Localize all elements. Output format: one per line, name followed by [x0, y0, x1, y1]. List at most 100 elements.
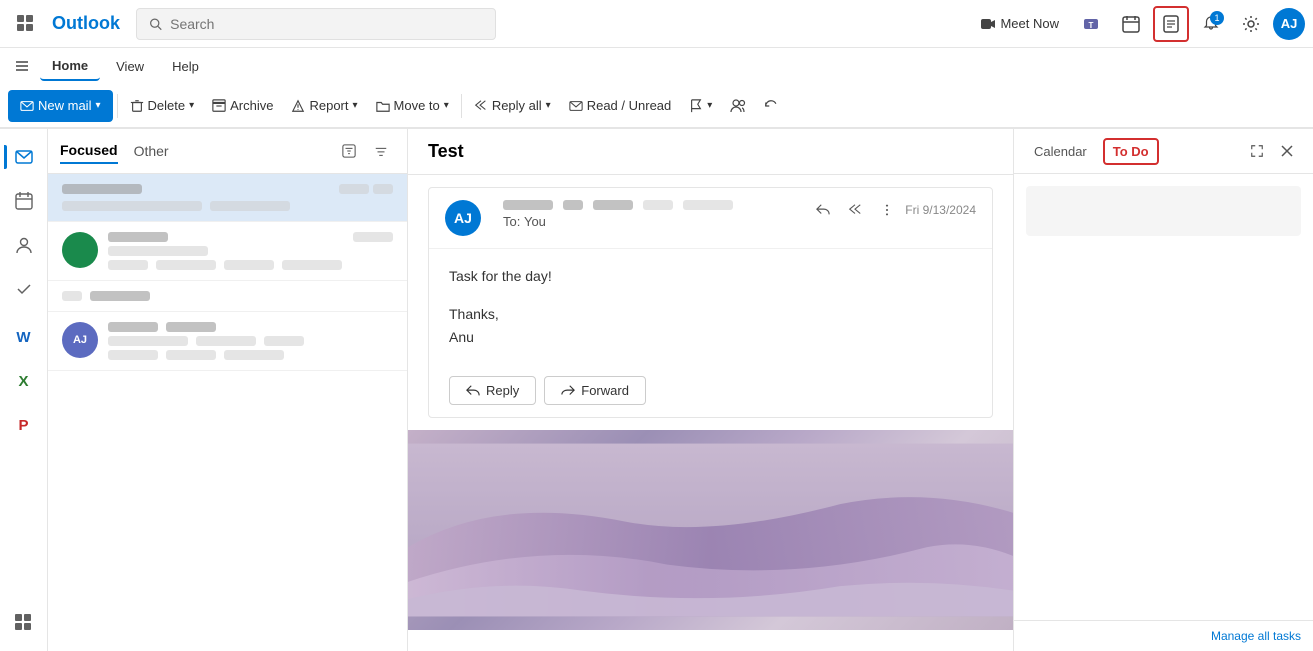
todo-panel-tab[interactable]: To Do — [1103, 138, 1159, 165]
hamburger-menu[interactable] — [8, 52, 36, 80]
forward-button[interactable]: Forward — [544, 376, 646, 405]
nav-toolbar-area: Home View Help New mail ▾ Delete ▾ — [0, 48, 1313, 129]
move-to-caret[interactable]: ▾ — [444, 100, 449, 111]
reply-icon — [816, 203, 830, 217]
manage-all-tasks-link[interactable]: Manage all tasks — [1014, 620, 1313, 651]
email-list: Focused Other — [48, 129, 408, 651]
move-to-button[interactable]: Move to ▾ — [368, 90, 457, 122]
message-header-actions: Fri 9/13/2024 — [809, 196, 976, 224]
people-button[interactable] — [722, 90, 754, 122]
calendar-panel-tab[interactable]: Calendar — [1026, 140, 1095, 163]
flag-button[interactable]: ▾ — [681, 90, 720, 122]
sidebar-icon-powerpoint[interactable]: P — [4, 405, 44, 445]
reply-button[interactable]: Reply — [449, 376, 536, 405]
calendar-icon-button[interactable] — [1113, 6, 1149, 42]
mail-nav-icon — [14, 147, 34, 167]
search-box[interactable] — [136, 8, 496, 40]
people-icon — [730, 98, 746, 114]
filter-icon — [342, 144, 356, 158]
forward-icon — [561, 384, 575, 398]
sidebar-icon-excel[interactable]: X — [4, 361, 44, 401]
more-options-button[interactable] — [873, 196, 901, 224]
notification-button[interactable]: 1 — [1193, 6, 1229, 42]
expand-panel-button[interactable] — [1243, 137, 1271, 165]
reply-all-quick-button[interactable] — [841, 196, 869, 224]
teams-icon-button[interactable]: T — [1073, 6, 1109, 42]
flag-icon — [689, 99, 703, 113]
list-item[interactable] — [48, 222, 407, 281]
app-grid-button[interactable] — [8, 6, 44, 42]
expand-icon — [1250, 144, 1264, 158]
email-message-actions: Reply Forward — [429, 364, 992, 417]
envelope-icon — [569, 99, 583, 113]
report-button[interactable]: Report ▾ — [283, 90, 365, 122]
toolbar: New mail ▾ Delete ▾ Archive — [0, 84, 1313, 128]
svg-text:T: T — [1089, 21, 1094, 30]
checklist-icon — [1162, 15, 1180, 33]
desert-svg — [408, 430, 1013, 630]
notification-count: 1 — [1210, 11, 1224, 25]
app-name: Outlook — [52, 13, 120, 34]
sidebar-icon-word[interactable]: W — [4, 317, 44, 357]
sidebar-icon-apps[interactable] — [4, 603, 44, 643]
settings-button[interactable] — [1233, 6, 1269, 42]
avatar[interactable]: AJ — [1273, 8, 1305, 40]
list-item[interactable] — [48, 281, 407, 312]
calendar-icon — [1122, 15, 1140, 33]
report-caret[interactable]: ▾ — [353, 100, 358, 111]
flag-caret[interactable]: ▾ — [707, 100, 712, 111]
to-name: You — [524, 214, 546, 229]
report-label: Report — [309, 98, 348, 113]
sign-line2: Anu — [449, 326, 972, 348]
reply-all-caret[interactable]: ▾ — [546, 100, 551, 111]
tab-help[interactable]: Help — [160, 53, 211, 80]
toolbar-sep-1 — [117, 94, 118, 118]
gear-icon — [1242, 15, 1260, 33]
to-label: To: — [503, 214, 520, 229]
top-bar: Outlook Meet Now T — [0, 0, 1313, 48]
body-line1: Task for the day! — [449, 265, 972, 287]
sign-line1: Thanks, — [449, 303, 972, 325]
word-icon: W — [16, 329, 30, 346]
list-item[interactable]: AJ — [48, 312, 407, 371]
todo-panel-button[interactable] — [1153, 6, 1189, 42]
reply-all-button[interactable]: Reply all ▾ — [466, 90, 559, 122]
meet-now-button[interactable]: Meet Now — [970, 12, 1069, 36]
sidebar-icon-mail[interactable] — [4, 137, 44, 177]
archive-button[interactable]: Archive — [204, 90, 281, 122]
sidebar-icon-tasks[interactable] — [4, 269, 44, 309]
email-item-content — [108, 232, 393, 270]
delete-caret[interactable]: ▾ — [189, 100, 194, 111]
teams-icon: T — [1082, 15, 1100, 33]
more-icon — [880, 203, 894, 217]
nav-tabs: Home View Help — [0, 48, 1313, 84]
tab-view[interactable]: View — [104, 53, 156, 80]
reply-label: Reply — [486, 383, 519, 398]
reply-quick-button[interactable] — [809, 196, 837, 224]
delete-icon — [130, 99, 144, 113]
reply-all-quick-icon — [848, 203, 862, 217]
tab-other[interactable]: Other — [126, 139, 177, 163]
filter-icon-button[interactable] — [335, 137, 363, 165]
right-panel-header: Calendar To Do — [1014, 129, 1313, 174]
search-input[interactable] — [170, 16, 483, 32]
tab-home[interactable]: Home — [40, 52, 100, 81]
forward-label: Forward — [581, 383, 629, 398]
message-avatar-initials: AJ — [454, 210, 472, 226]
new-mail-button[interactable]: New mail ▾ — [8, 90, 113, 122]
powerpoint-icon: P — [18, 417, 28, 434]
top-bar-right: Meet Now T — [970, 6, 1305, 42]
sidebar-icon-people[interactable] — [4, 225, 44, 265]
close-panel-button[interactable] — [1273, 137, 1301, 165]
new-mail-caret[interactable]: ▾ — [95, 100, 100, 111]
apps-icon — [15, 614, 33, 632]
read-unread-button[interactable]: Read / Unread — [561, 90, 680, 122]
list-item[interactable] — [48, 174, 407, 222]
delete-button[interactable]: Delete ▾ — [122, 90, 203, 122]
email-message-card: AJ To: You — [428, 187, 993, 418]
tab-focused[interactable]: Focused — [60, 138, 118, 164]
sort-icon-button[interactable] — [367, 137, 395, 165]
undo-button[interactable] — [756, 90, 786, 122]
sidebar-icon-calendar[interactable] — [4, 181, 44, 221]
message-avatar: AJ — [445, 200, 481, 236]
